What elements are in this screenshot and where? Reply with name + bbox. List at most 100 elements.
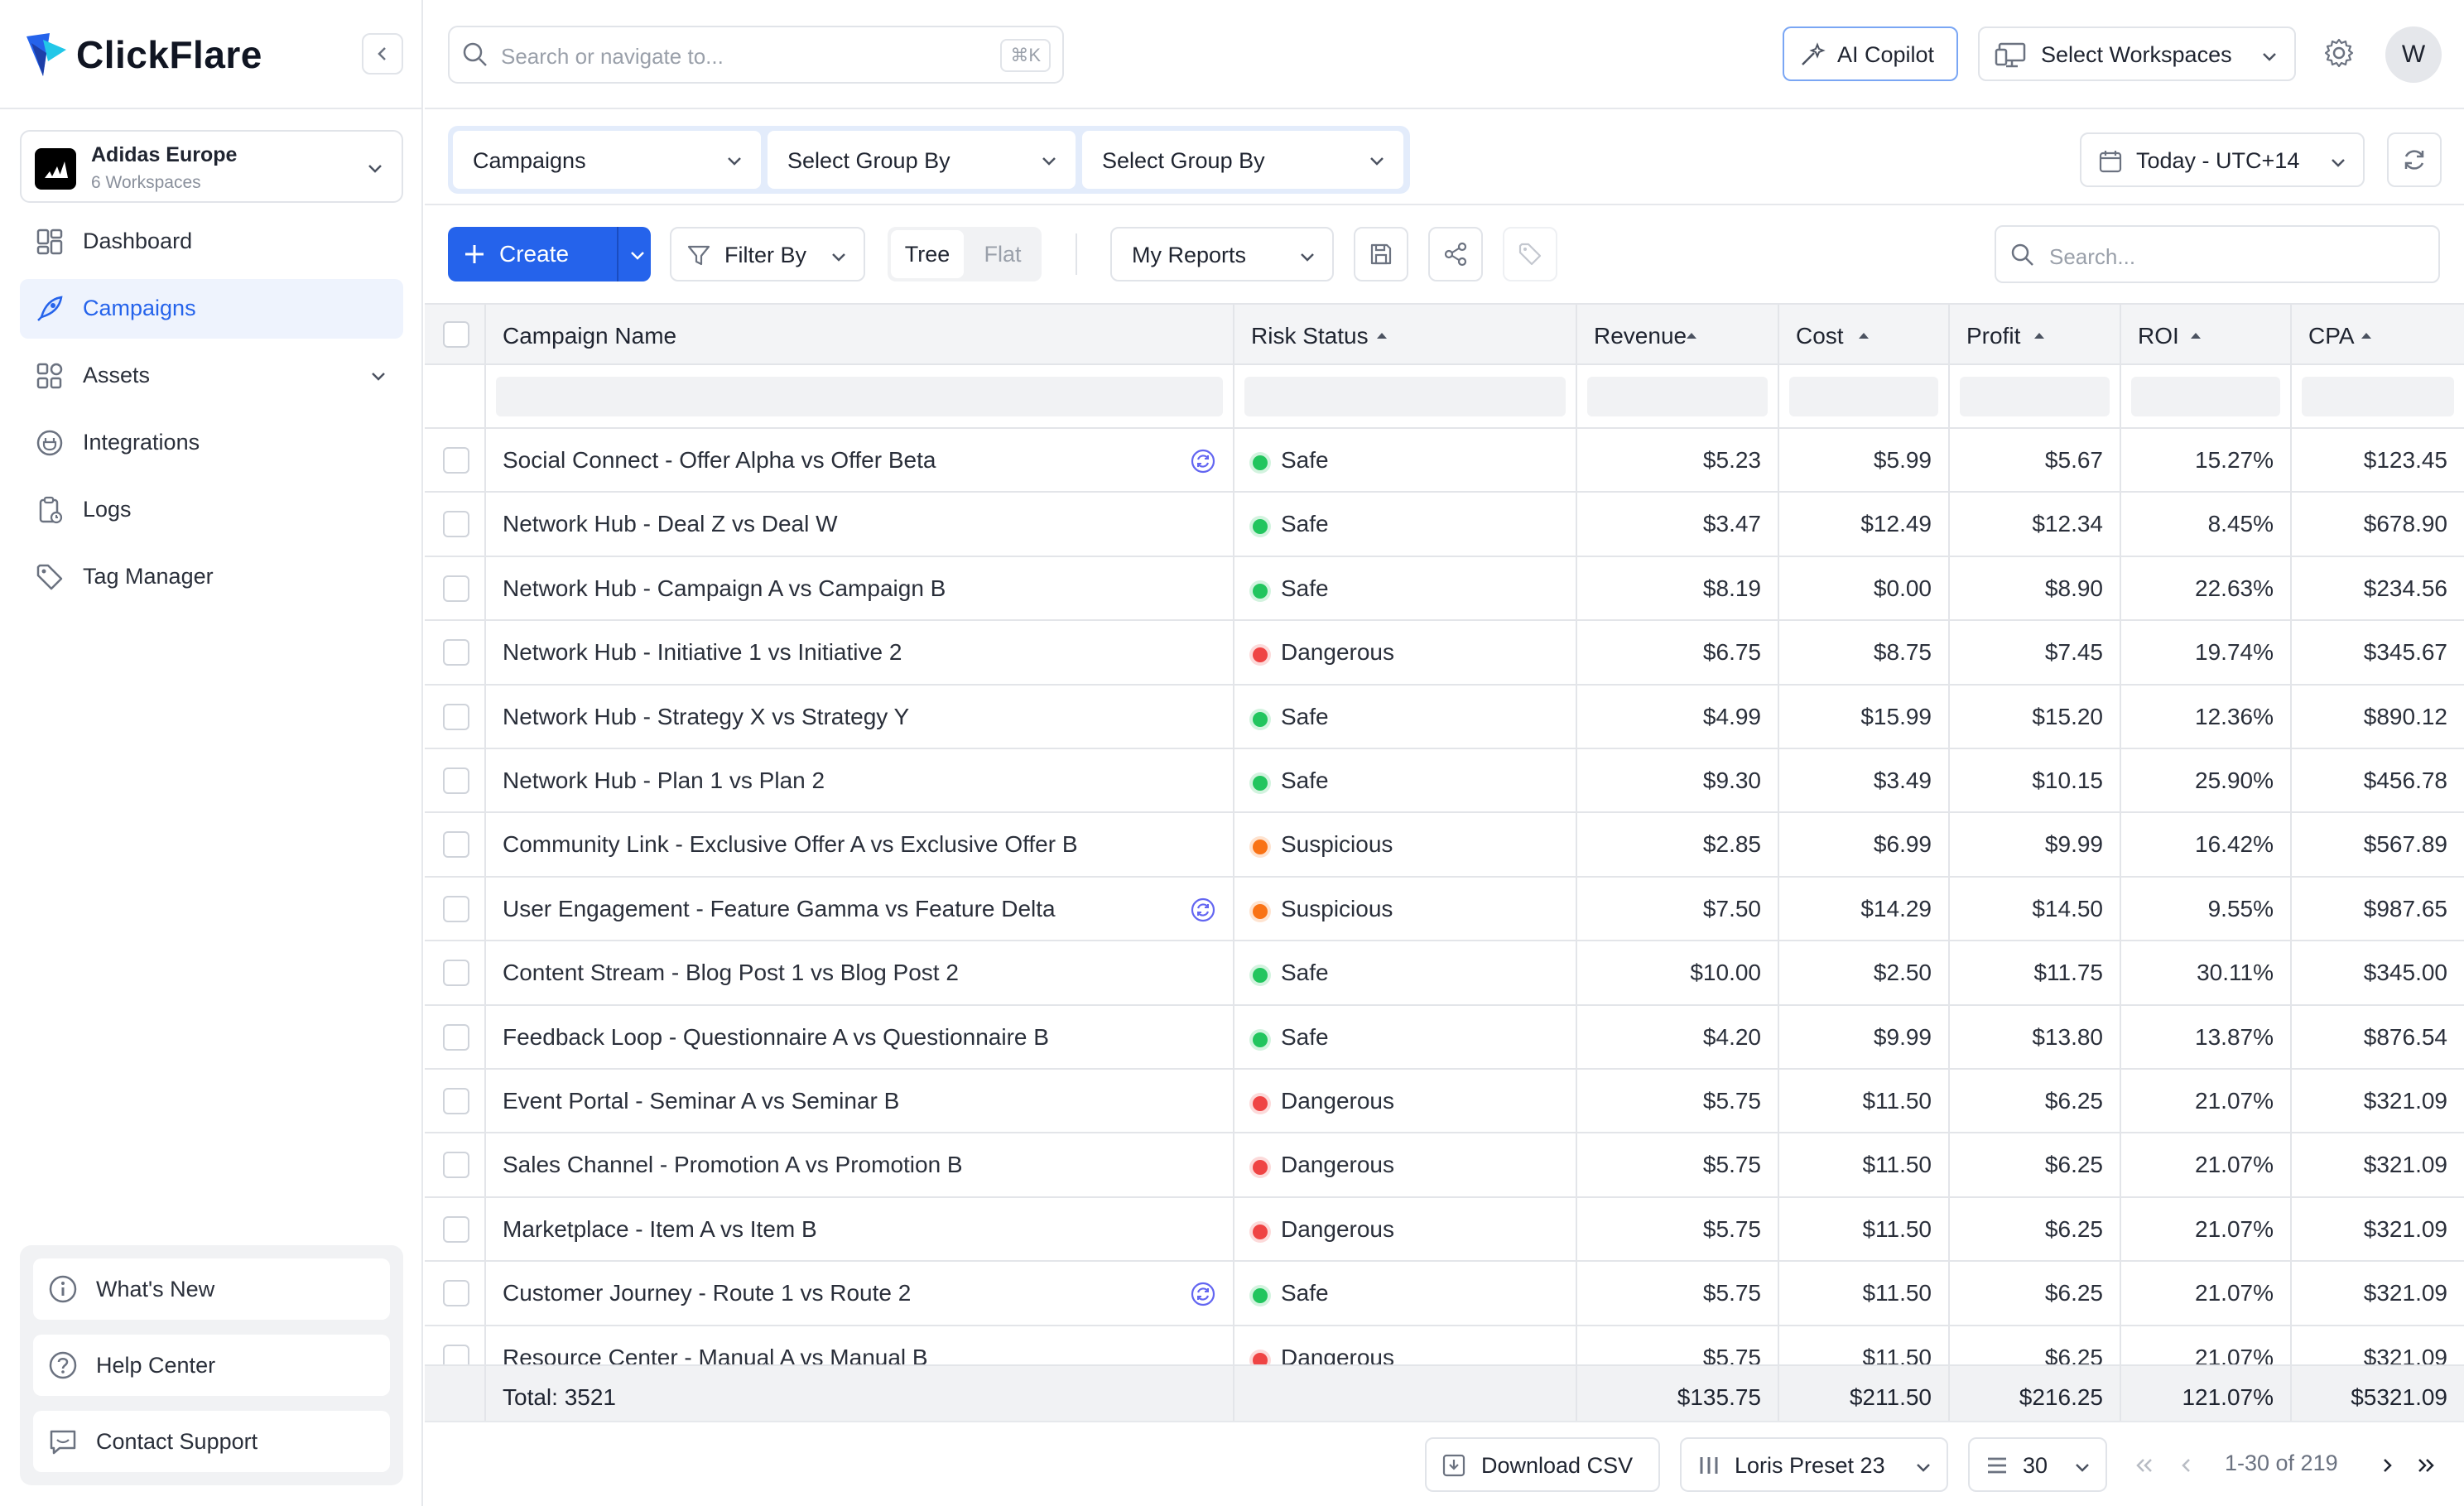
account-switcher[interactable]: Adidas Europe 6 Workspaces [20, 130, 403, 203]
table-row[interactable]: Marketplace - Item A vs Item B Dangerous $… [425, 1197, 2464, 1263]
row-checkbox[interactable] [443, 575, 469, 602]
table-row[interactable]: Network Hub - Plan 1 vs Plan 2 Safe $9.30 $… [425, 749, 2464, 814]
last-page-icon[interactable] [2415, 1455, 2437, 1475]
campaign-name[interactable]: Network Hub - Deal Z vs Deal W [503, 511, 838, 537]
table-row[interactable]: Content Stream - Blog Post 1 vs Blog Pos… [425, 941, 2464, 1006]
table-row[interactable]: Network Hub - Initiative 1 vs Initiative… [425, 621, 2464, 686]
sidebar-item-dashboard[interactable]: Dashboard [20, 212, 403, 272]
ai-copilot-button[interactable]: AI Copilot [1783, 26, 1958, 81]
row-checkbox[interactable] [443, 447, 469, 474]
table-row[interactable]: Customer Journey - Route 1 vs Route 2 Saf… [425, 1262, 2464, 1326]
sidebar-item-logs[interactable]: Logs [20, 480, 403, 540]
row-checkbox[interactable] [443, 1152, 469, 1179]
filter-by-button[interactable]: Filter By [670, 227, 865, 281]
save-report-button[interactable] [1354, 227, 1408, 281]
user-avatar[interactable]: W [2385, 26, 2442, 83]
group-by-select-2[interactable]: Select Group By [1082, 131, 1403, 189]
header-risk-status[interactable]: Risk Status [1234, 305, 1577, 363]
table-row[interactable]: Feedback Loop - Questionnaire A vs Quest… [425, 1005, 2464, 1070]
group-by-select-1[interactable]: Select Group By [768, 131, 1076, 189]
column-filter-input[interactable] [2302, 377, 2454, 416]
table-row[interactable]: Event Portal - Seminar A vs Seminar B Dan… [425, 1070, 2464, 1134]
campaign-name[interactable]: Event Portal - Seminar A vs Seminar B [503, 1088, 899, 1114]
first-page-icon[interactable] [2134, 1455, 2155, 1475]
tag-report-button[interactable] [1503, 227, 1557, 281]
campaign-name[interactable]: Network Hub - Strategy X vs Strategy Y [503, 704, 909, 730]
table-row[interactable]: Sales Channel - Promotion A vs Promotion… [425, 1133, 2464, 1198]
sidebar-item-integrations[interactable]: Integrations [20, 413, 403, 473]
campaign-name[interactable]: Community Link - Exclusive Offer A vs Ex… [503, 831, 1078, 858]
collapse-sidebar-button[interactable] [362, 33, 403, 75]
campaign-name[interactable]: Network Hub - Campaign A vs Campaign B [503, 575, 946, 602]
sync-icon[interactable] [1190, 448, 1216, 474]
refresh-button[interactable] [2387, 132, 2442, 187]
create-button[interactable]: Create [448, 227, 651, 281]
campaign-name[interactable]: Network Hub - Initiative 1 vs Initiative… [503, 639, 902, 666]
table-search-input[interactable]: Search... [1995, 225, 2440, 283]
row-checkbox[interactable] [443, 703, 469, 730]
column-filter-input[interactable] [1789, 377, 1938, 416]
row-checkbox[interactable] [443, 895, 469, 922]
contact-support-button[interactable]: Contact Support [33, 1411, 390, 1472]
campaign-name[interactable]: Customer Journey - Route 1 vs Route 2 [503, 1280, 911, 1306]
header-revenue[interactable]: Revenue [1577, 305, 1779, 363]
campaign-name[interactable]: User Engagement - Feature Gamma vs Featu… [503, 896, 1056, 922]
view-tree-option[interactable]: Tree [891, 230, 964, 278]
page-size-select[interactable]: 30 [1968, 1437, 2107, 1492]
table-row[interactable]: Resource Center - Manual A vs Manual B Da… [425, 1326, 2464, 1364]
sidebar-item-assets[interactable]: Assets [20, 346, 403, 406]
column-filter-input[interactable] [1244, 377, 1566, 416]
row-checkbox[interactable] [443, 1088, 469, 1114]
campaign-name[interactable]: Feedback Loop - Questionnaire A vs Quest… [503, 1024, 1049, 1051]
global-search-input[interactable]: Search or navigate to... ⌘K [448, 26, 1064, 84]
column-filter-input[interactable] [1587, 377, 1768, 416]
sidebar-item-campaigns[interactable]: Campaigns [20, 279, 403, 339]
row-checkbox[interactable] [443, 511, 469, 538]
whats-new-button[interactable]: What's New [33, 1258, 390, 1320]
header-campaign-name[interactable]: Campaign Name [486, 305, 1234, 363]
row-checkbox[interactable] [443, 1023, 469, 1051]
column-filter-input[interactable] [496, 377, 1223, 416]
table-row[interactable]: User Engagement - Feature Gamma vs Featu… [425, 877, 2464, 942]
sync-icon[interactable] [1190, 1281, 1216, 1307]
sync-icon[interactable] [1190, 897, 1216, 923]
row-checkbox[interactable] [443, 767, 469, 794]
header-cpa[interactable]: CPA [2292, 305, 2464, 363]
header-roi[interactable]: ROI [2121, 305, 2292, 363]
next-page-icon[interactable] [2379, 1455, 2395, 1475]
header-cost[interactable]: Cost [1779, 305, 1950, 363]
table-row[interactable]: Community Link - Exclusive Offer A vs Ex… [425, 813, 2464, 878]
header-profit[interactable]: Profit [1950, 305, 2121, 363]
campaign-name[interactable]: Marketplace - Item A vs Item B [503, 1216, 817, 1243]
row-checkbox[interactable] [443, 960, 469, 987]
chevron-down-icon[interactable] [628, 245, 647, 265]
settings-gear-icon[interactable] [2322, 36, 2356, 70]
share-report-button[interactable] [1428, 227, 1483, 281]
column-filter-input[interactable] [2131, 377, 2280, 416]
campaign-name[interactable]: Resource Center - Manual A vs Manual B [503, 1345, 928, 1364]
workspace-select[interactable]: Select Workspaces [1978, 26, 2296, 81]
campaign-name[interactable]: Sales Channel - Promotion A vs Promotion… [503, 1152, 963, 1178]
table-row[interactable]: Network Hub - Strategy X vs Strategy Y Sa… [425, 685, 2464, 749]
column-filter-input[interactable] [1960, 377, 2110, 416]
select-all-checkbox[interactable] [443, 321, 469, 348]
column-preset-select[interactable]: Loris Preset 23 [1680, 1437, 1948, 1492]
campaign-name[interactable]: Social Connect - Offer Alpha vs Offer Be… [503, 447, 936, 474]
row-checkbox[interactable] [443, 1344, 469, 1364]
campaign-name[interactable]: Content Stream - Blog Post 1 vs Blog Pos… [503, 960, 959, 986]
help-center-button[interactable]: Help Center [33, 1335, 390, 1396]
campaign-name[interactable]: Network Hub - Plan 1 vs Plan 2 [503, 767, 825, 794]
download-csv-button[interactable]: Download CSV [1425, 1437, 1660, 1492]
prev-page-icon[interactable] [2178, 1455, 2195, 1475]
sidebar-item-tag-manager[interactable]: Tag Manager [20, 547, 403, 607]
my-reports-select[interactable]: My Reports [1110, 227, 1334, 281]
row-checkbox[interactable] [443, 1280, 469, 1307]
table-row[interactable]: Network Hub - Campaign A vs Campaign B Sa… [425, 556, 2464, 622]
table-row[interactable]: Social Connect - Offer Alpha vs Offer Be… [425, 429, 2464, 493]
date-range-select[interactable]: Today - UTC+14 [2080, 132, 2365, 187]
table-row[interactable]: Network Hub - Deal Z vs Deal W Safe $3.47 $… [425, 493, 2464, 557]
row-checkbox[interactable] [443, 1215, 469, 1243]
row-checkbox[interactable] [443, 639, 469, 666]
view-flat-option[interactable]: Flat [967, 230, 1038, 278]
entity-select[interactable]: Campaigns [453, 131, 761, 189]
